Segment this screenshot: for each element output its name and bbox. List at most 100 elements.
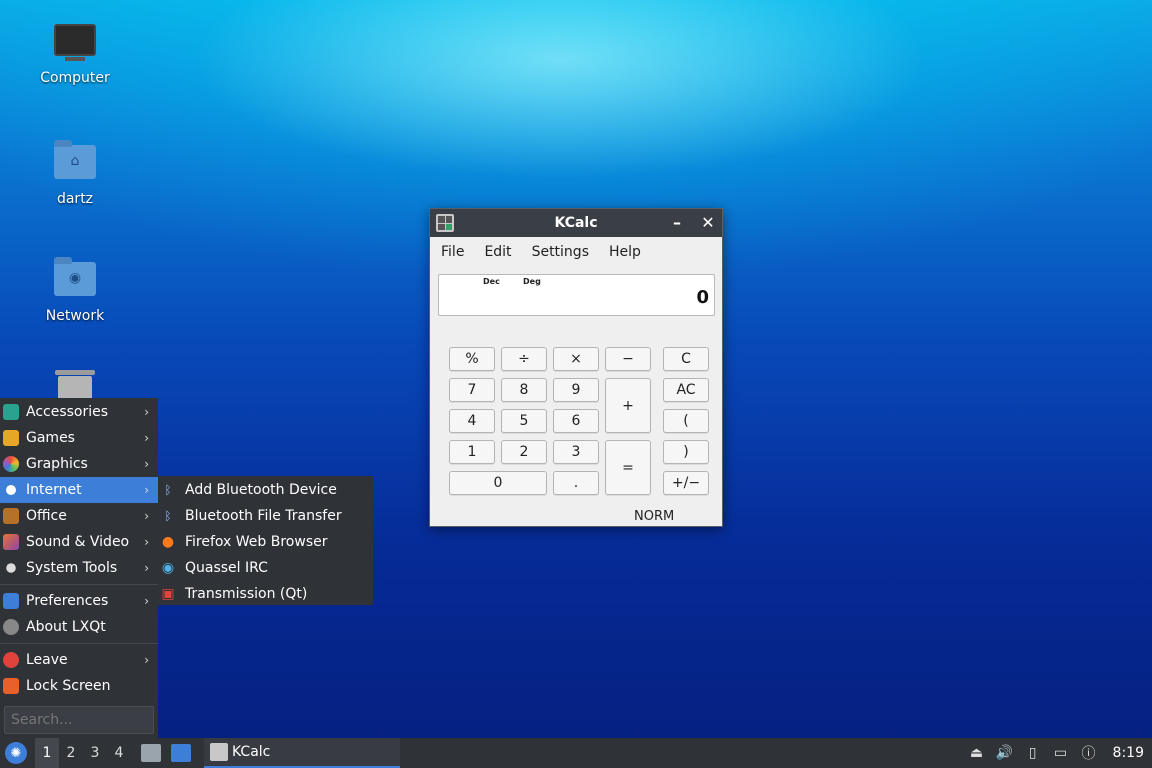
minimize-icon[interactable]: – — [666, 212, 688, 234]
key-8[interactable]: 8 — [501, 378, 547, 402]
key-minus[interactable]: − — [605, 347, 651, 371]
menu-item-label: System Tools — [26, 560, 118, 576]
key-clear[interactable]: C — [663, 347, 709, 371]
menu-item-label: Leave — [26, 652, 68, 668]
menu-separator — [0, 643, 158, 644]
menu-item-leave[interactable]: Leave › — [0, 647, 158, 673]
menu-item-label: About LXQt — [26, 619, 106, 635]
key-4[interactable]: 4 — [449, 409, 495, 433]
task-label: KCalc — [232, 744, 271, 760]
key-9[interactable]: 9 — [553, 378, 599, 402]
menu-item-system-tools[interactable]: System Tools › — [0, 555, 158, 581]
system-tray: ⏏ 🔊 ▯ ▭ ⓘ 8:19 — [963, 738, 1152, 768]
menu-item-office[interactable]: Office › — [0, 503, 158, 529]
menu-file[interactable]: File — [434, 244, 471, 260]
submenu-item-transmission[interactable]: ▣ Transmission (Qt) — [158, 581, 373, 607]
key-open-paren[interactable]: ( — [663, 409, 709, 433]
kcalc-titlebar[interactable]: KCalc – ✕ — [430, 209, 722, 237]
menu-item-label: Games — [26, 430, 75, 446]
menu-help[interactable]: Help — [602, 244, 648, 260]
chevron-right-icon: › — [144, 561, 149, 575]
notification-icon[interactable]: ⓘ — [1079, 738, 1099, 768]
show-desktop-icon[interactable] — [171, 744, 191, 762]
internet-icon — [3, 482, 19, 498]
menu-item-graphics[interactable]: Graphics › — [0, 451, 158, 477]
kcalc-app-icon[interactable] — [436, 214, 454, 232]
desktop-switch-3[interactable]: 3 — [83, 738, 107, 768]
computer-icon — [53, 24, 97, 64]
key-0[interactable]: 0 — [449, 471, 547, 495]
key-decimal[interactable]: . — [553, 471, 599, 495]
submenu-item-label: Firefox Web Browser — [185, 534, 328, 550]
menu-search-input[interactable] — [4, 706, 154, 734]
internet-submenu: ᛒ Add Bluetooth Device ᛒ Bluetooth File … — [158, 476, 373, 605]
submenu-item-label: Add Bluetooth Device — [185, 482, 337, 498]
submenu-item-quassel-irc[interactable]: ◉ Quassel IRC — [158, 555, 373, 581]
transmission-icon: ▣ — [161, 586, 175, 602]
bluetooth-icon: ᛒ — [164, 509, 172, 523]
info-icon — [3, 619, 19, 635]
menu-item-accessories[interactable]: Accessories › — [0, 399, 158, 425]
menu-item-games[interactable]: Games › — [0, 425, 158, 451]
menu-item-preferences[interactable]: Preferences › — [0, 588, 158, 614]
key-multiply[interactable]: × — [553, 347, 599, 371]
key-equals[interactable]: = — [605, 440, 651, 495]
network-icon[interactable]: ▭ — [1051, 738, 1071, 768]
volume-icon[interactable]: 🔊 — [995, 738, 1015, 768]
submenu-item-bluetooth-file-transfer[interactable]: ᛒ Bluetooth File Transfer — [158, 503, 373, 529]
key-5[interactable]: 5 — [501, 409, 547, 433]
menu-item-lock-screen[interactable]: Lock Screen — [0, 673, 158, 699]
key-7[interactable]: 7 — [449, 378, 495, 402]
menu-item-internet[interactable]: Internet › — [0, 477, 158, 503]
quassel-icon: ◉ — [161, 560, 175, 576]
desktop-switch-4[interactable]: 4 — [107, 738, 131, 768]
chevron-right-icon: › — [144, 405, 149, 419]
close-icon[interactable]: ✕ — [697, 212, 719, 234]
clipboard-icon[interactable]: ▯ — [1023, 738, 1043, 768]
chevron-right-icon: › — [144, 535, 149, 549]
file-manager-icon[interactable] — [141, 744, 161, 762]
submenu-item-firefox[interactable]: ● Firefox Web Browser — [158, 529, 373, 555]
clock[interactable]: 8:19 — [1113, 745, 1144, 761]
lock-icon — [3, 678, 19, 694]
key-1[interactable]: 1 — [449, 440, 495, 464]
key-3[interactable]: 3 — [553, 440, 599, 464]
menu-separator — [0, 584, 158, 585]
start-menu-icon[interactable]: ✺ — [5, 742, 27, 764]
key-percent[interactable]: % — [449, 347, 495, 371]
sound-video-icon — [3, 534, 19, 550]
menu-item-sound-video[interactable]: Sound & Video › — [0, 529, 158, 555]
submenu-item-label: Bluetooth File Transfer — [185, 508, 342, 524]
desktop-icon-computer[interactable]: Computer — [20, 24, 130, 86]
desktop-icon-label: Network — [45, 308, 105, 324]
submenu-item-label: Quassel IRC — [185, 560, 268, 576]
key-plus-minus[interactable]: +/− — [663, 471, 709, 495]
office-icon — [3, 508, 19, 524]
system-tools-icon — [6, 563, 16, 573]
submenu-item-add-bluetooth-device[interactable]: ᛒ Add Bluetooth Device — [158, 477, 373, 503]
desktop-icon-label: Computer — [40, 70, 110, 86]
desktop-switch-1[interactable]: 1 — [35, 738, 59, 768]
key-6[interactable]: 6 — [553, 409, 599, 433]
desktop-switch-2[interactable]: 2 — [59, 738, 83, 768]
taskbar: ✺ 1 2 3 4 KCalc ⏏ 🔊 ▯ ▭ ⓘ 8:19 — [0, 738, 1152, 768]
status-mode: NORM — [634, 509, 675, 524]
menu-item-label: Lock Screen — [26, 678, 111, 694]
menu-item-label: Graphics — [26, 456, 88, 472]
menu-settings[interactable]: Settings — [525, 244, 596, 260]
key-plus[interactable]: + — [605, 378, 651, 433]
desktop-icon-network[interactable]: ◉ Network — [20, 257, 130, 324]
desktop-icon-home[interactable]: ⌂ dartz — [20, 140, 130, 207]
key-2[interactable]: 2 — [501, 440, 547, 464]
power-icon — [3, 652, 19, 668]
task-kcalc[interactable]: KCalc — [204, 738, 400, 768]
menu-item-about-lxqt[interactable]: About LXQt — [0, 614, 158, 640]
key-close-paren[interactable]: ) — [663, 440, 709, 464]
key-divide[interactable]: ÷ — [501, 347, 547, 371]
key-all-clear[interactable]: AC — [663, 378, 709, 402]
menu-edit[interactable]: Edit — [477, 244, 518, 260]
chevron-right-icon: › — [144, 509, 149, 523]
eject-icon[interactable]: ⏏ — [967, 738, 987, 768]
accessories-icon — [3, 404, 19, 420]
games-icon — [3, 430, 19, 446]
